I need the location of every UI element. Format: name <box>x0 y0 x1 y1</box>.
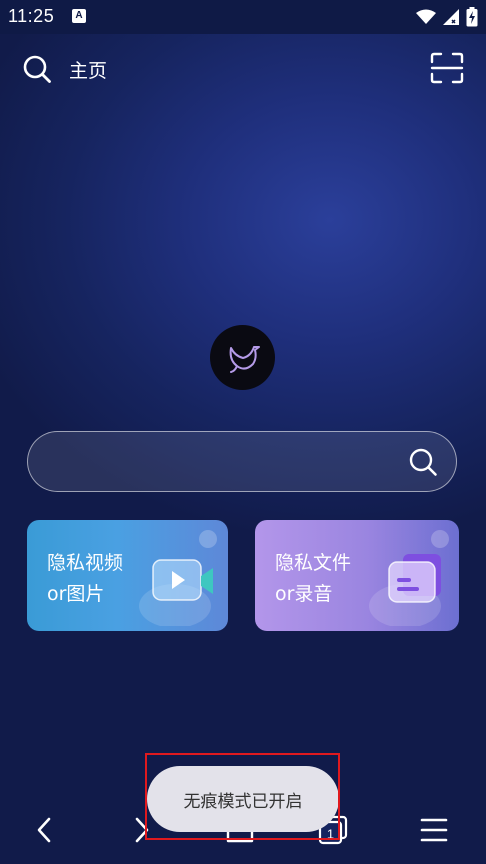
notification-badge: A <box>72 9 86 23</box>
toast-text: 无痕模式已开启 <box>183 791 303 812</box>
wifi-icon <box>416 9 436 24</box>
battery-charging-icon <box>466 7 478 27</box>
search-submit-icon[interactable] <box>408 447 438 477</box>
video-icon <box>139 559 213 626</box>
search-icon[interactable] <box>22 54 52 84</box>
toast-message: 无痕模式已开启 <box>147 766 339 832</box>
signal-icon <box>443 9 459 25</box>
status-bar: 11:25 A <box>0 0 486 34</box>
scan-icon[interactable] <box>430 52 464 84</box>
private-files-card[interactable]: 隐私文件 or录音 <box>255 520 459 631</box>
search-input[interactable] <box>50 444 414 482</box>
status-time: 11:25 <box>8 6 55 26</box>
app-logo <box>210 325 275 390</box>
back-button[interactable] <box>24 810 64 850</box>
back-icon <box>37 817 51 843</box>
tab-count: 1 <box>327 827 334 842</box>
browser-home-screen: 11:25 A 主页 隐私视频 or图片 隐私文件 or录音 1 无痕模式已开启 <box>0 0 486 864</box>
forward-icon <box>135 817 149 843</box>
bird-logo-icon <box>229 345 260 373</box>
private-video-card[interactable]: 隐私视频 or图片 <box>27 520 228 631</box>
folder-icon <box>369 554 441 626</box>
search-bar[interactable] <box>27 431 457 492</box>
menu-button[interactable] <box>414 810 454 850</box>
page-title: 主页 <box>69 60 108 82</box>
status-icons <box>416 6 478 28</box>
menu-icon <box>420 818 448 842</box>
